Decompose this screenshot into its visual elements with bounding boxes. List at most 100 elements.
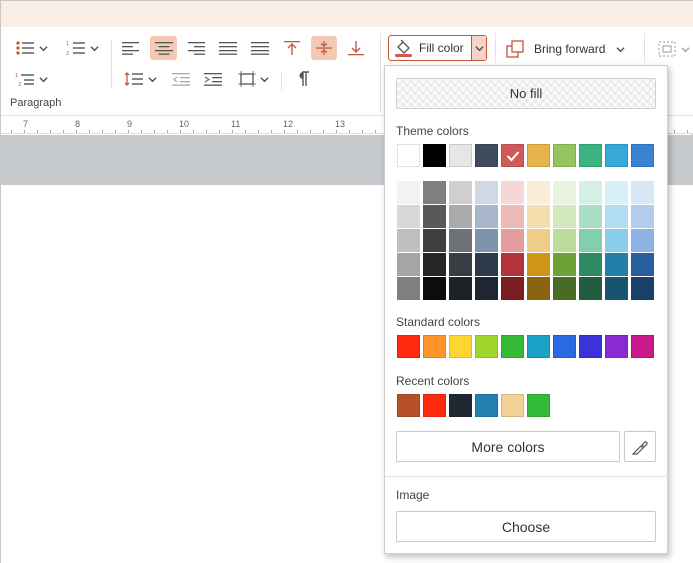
justify-button[interactable] xyxy=(215,36,241,60)
theme-color-swatch[interactable] xyxy=(397,144,420,167)
theme-shade-swatch[interactable] xyxy=(605,205,628,228)
recent-color-swatch[interactable] xyxy=(527,394,550,417)
align-middle-button[interactable] xyxy=(311,36,337,60)
theme-shade-swatch[interactable] xyxy=(397,181,420,204)
group-objects-button[interactable] xyxy=(653,37,693,61)
bullet-list-button[interactable] xyxy=(10,36,52,60)
theme-shade-swatch[interactable] xyxy=(449,253,472,276)
recent-color-swatch[interactable] xyxy=(449,394,472,417)
more-colors-button[interactable]: More colors xyxy=(396,431,620,462)
theme-shade-swatch[interactable] xyxy=(423,277,446,300)
theme-shade-swatch[interactable] xyxy=(423,253,446,276)
theme-shade-swatch[interactable] xyxy=(553,205,576,228)
theme-shade-swatch[interactable] xyxy=(501,229,524,252)
align-left-button[interactable] xyxy=(118,36,144,60)
recent-color-swatch[interactable] xyxy=(397,394,420,417)
theme-shade-swatch[interactable] xyxy=(423,205,446,228)
theme-shade-swatch[interactable] xyxy=(397,229,420,252)
theme-shade-swatch[interactable] xyxy=(397,253,420,276)
theme-color-swatch[interactable] xyxy=(423,144,446,167)
multilevel-list-button[interactable]: 1 2 xyxy=(10,67,52,91)
theme-shade-swatch[interactable] xyxy=(579,181,602,204)
choose-image-button[interactable]: Choose xyxy=(396,511,656,542)
align-center-button[interactable] xyxy=(150,36,177,60)
theme-shade-swatch[interactable] xyxy=(527,253,550,276)
standard-color-swatch[interactable] xyxy=(605,335,628,358)
theme-shade-swatch[interactable] xyxy=(475,253,498,276)
eyedropper-button[interactable] xyxy=(624,431,656,462)
theme-shade-swatch[interactable] xyxy=(475,181,498,204)
theme-shade-swatch[interactable] xyxy=(631,181,654,204)
theme-shade-swatch[interactable] xyxy=(449,277,472,300)
fill-color-button[interactable]: Fill color xyxy=(388,35,487,61)
theme-shade-swatch[interactable] xyxy=(423,181,446,204)
theme-shade-swatch[interactable] xyxy=(631,277,654,300)
standard-color-swatch[interactable] xyxy=(631,335,654,358)
theme-shade-swatch[interactable] xyxy=(605,253,628,276)
theme-color-swatch[interactable] xyxy=(527,144,550,167)
theme-shade-swatch[interactable] xyxy=(579,229,602,252)
theme-shade-swatch[interactable] xyxy=(605,229,628,252)
line-spacing-button[interactable] xyxy=(119,67,161,91)
theme-shade-swatch[interactable] xyxy=(527,229,550,252)
standard-color-swatch[interactable] xyxy=(553,335,576,358)
theme-shade-swatch[interactable] xyxy=(579,277,602,300)
theme-color-swatch-selected[interactable] xyxy=(501,144,524,167)
theme-shade-swatch[interactable] xyxy=(475,205,498,228)
theme-shade-swatch[interactable] xyxy=(397,205,420,228)
decrease-indent-button[interactable] xyxy=(168,67,194,91)
theme-shade-swatch[interactable] xyxy=(579,205,602,228)
theme-shade-swatch[interactable] xyxy=(475,229,498,252)
standard-color-swatch[interactable] xyxy=(423,335,446,358)
align-bottom-button[interactable] xyxy=(343,36,369,60)
distribute-button[interactable] xyxy=(247,36,273,60)
theme-shade-swatch[interactable] xyxy=(553,253,576,276)
standard-color-swatch[interactable] xyxy=(475,335,498,358)
fill-color-dropdown-toggle[interactable] xyxy=(471,36,486,60)
recent-color-swatch[interactable] xyxy=(423,394,446,417)
theme-shade-swatch[interactable] xyxy=(449,181,472,204)
cell-margins-button[interactable] xyxy=(232,67,274,91)
theme-shade-swatch[interactable] xyxy=(553,277,576,300)
show-formatting-button[interactable] xyxy=(291,67,317,91)
theme-shade-swatch[interactable] xyxy=(449,205,472,228)
theme-shade-swatch[interactable] xyxy=(527,181,550,204)
theme-shade-swatch[interactable] xyxy=(553,181,576,204)
theme-shade-swatch[interactable] xyxy=(449,229,472,252)
theme-shade-swatch[interactable] xyxy=(423,229,446,252)
theme-shade-swatch[interactable] xyxy=(605,181,628,204)
theme-color-swatch[interactable] xyxy=(553,144,576,167)
standard-color-swatch[interactable] xyxy=(527,335,550,358)
theme-shade-swatch[interactable] xyxy=(553,229,576,252)
theme-color-swatch[interactable] xyxy=(631,144,654,167)
standard-color-swatch[interactable] xyxy=(397,335,420,358)
theme-color-swatch[interactable] xyxy=(449,144,472,167)
standard-color-swatch[interactable] xyxy=(501,335,524,358)
theme-shade-swatch[interactable] xyxy=(527,205,550,228)
recent-color-swatch[interactable] xyxy=(501,394,524,417)
theme-shade-swatch[interactable] xyxy=(631,205,654,228)
bring-forward-button[interactable]: Bring forward xyxy=(506,37,625,61)
theme-shade-swatch[interactable] xyxy=(605,277,628,300)
theme-shade-swatch[interactable] xyxy=(475,277,498,300)
numbered-list-button[interactable]: 1 2 xyxy=(61,36,103,60)
align-top-button[interactable] xyxy=(279,36,305,60)
theme-shade-swatch[interactable] xyxy=(501,253,524,276)
theme-shade-swatch[interactable] xyxy=(501,181,524,204)
theme-shade-swatch[interactable] xyxy=(397,277,420,300)
standard-color-swatch[interactable] xyxy=(579,335,602,358)
theme-color-swatch[interactable] xyxy=(605,144,628,167)
theme-shade-swatch[interactable] xyxy=(631,253,654,276)
theme-shade-swatch[interactable] xyxy=(579,253,602,276)
theme-shade-swatch[interactable] xyxy=(501,205,524,228)
theme-shade-swatch[interactable] xyxy=(527,277,550,300)
align-right-button[interactable] xyxy=(183,36,209,60)
theme-shade-swatch[interactable] xyxy=(631,229,654,252)
increase-indent-button[interactable] xyxy=(200,67,226,91)
theme-color-swatch[interactable] xyxy=(579,144,602,167)
standard-color-swatch[interactable] xyxy=(449,335,472,358)
theme-color-swatch[interactable] xyxy=(475,144,498,167)
recent-color-swatch[interactable] xyxy=(475,394,498,417)
theme-shade-swatch[interactable] xyxy=(501,277,524,300)
no-fill-button[interactable]: No fill xyxy=(396,78,656,109)
